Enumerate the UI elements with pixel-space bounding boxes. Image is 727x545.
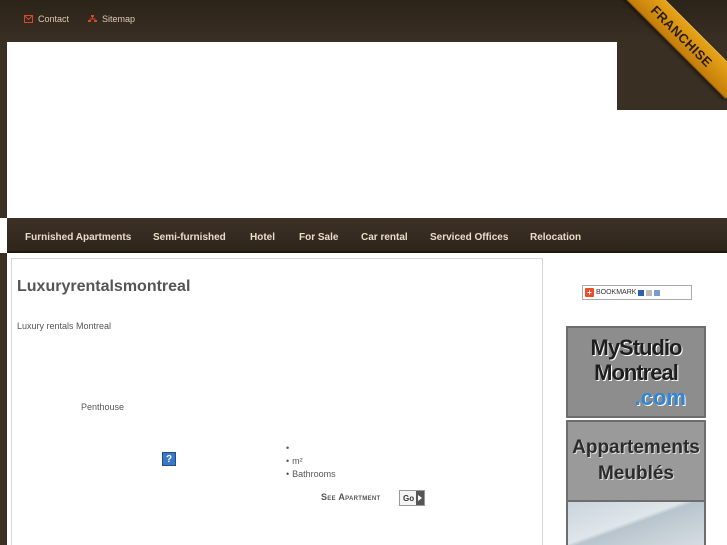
ad-line: .com xyxy=(634,384,686,410)
go-button[interactable]: Go xyxy=(399,490,425,506)
digg-icon xyxy=(646,289,653,296)
header-left-edge xyxy=(0,42,7,218)
stumble-icon xyxy=(654,289,661,296)
see-apartment-link[interactable]: See Apartment xyxy=(321,492,380,502)
envelope-icon xyxy=(24,15,33,23)
property-type-link[interactable]: Penthouse xyxy=(81,402,124,412)
property-specs-list: m² Bathrooms xyxy=(286,442,336,481)
question-icon[interactable]: ? xyxy=(162,452,176,466)
nav-item-semi-furnished[interactable]: Semi-furnished xyxy=(153,232,226,243)
nav-item-for-sale[interactable]: For Sale xyxy=(299,232,338,243)
contact-link[interactable]: Contact xyxy=(24,13,69,25)
mystudio-montreal-ad[interactable]: MyStudio Montreal .com xyxy=(566,326,706,418)
franchise-ribbon[interactable]: FRANCHISE xyxy=(617,0,727,110)
main-content: Luxuryrentalsmontreal Luxury rentals Mon… xyxy=(11,258,543,545)
go-button-label: Go xyxy=(403,493,415,503)
sitemap-link[interactable]: Sitemap xyxy=(88,13,135,25)
bookmark-label: BOOKMARK xyxy=(596,289,637,296)
sitemap-icon xyxy=(88,15,97,22)
ad-line: Meublés xyxy=(597,463,675,484)
ad-line: Montreal xyxy=(594,359,679,385)
nav-item-relocation[interactable]: Relocation xyxy=(530,232,581,243)
main-nav: Furnished Apartments Semi-furnished Hote… xyxy=(7,218,727,253)
page-subtitle: Luxury rentals Montreal xyxy=(17,321,112,331)
appartements-meubles-ad[interactable]: Appartements Meublés xyxy=(566,420,706,502)
nav-item-hotel[interactable]: Hotel xyxy=(250,232,275,243)
ad-line: MyStudio xyxy=(590,334,683,360)
page-left-edge xyxy=(0,253,7,545)
spec-item xyxy=(286,442,336,455)
nav-item-serviced-offices[interactable]: Serviced Offices xyxy=(430,232,508,243)
sitemap-label: Sitemap xyxy=(102,14,136,24)
ad-line: Appartements xyxy=(572,437,700,458)
sidebar-photo-ad[interactable] xyxy=(566,502,706,545)
spec-item: Bathrooms xyxy=(286,468,336,481)
contact-label: Contact xyxy=(38,14,70,24)
franchise-ribbon-label: FRANCHISE xyxy=(619,0,727,99)
spec-item: m² xyxy=(286,455,336,468)
nav-item-car-rental[interactable]: Car rental xyxy=(361,232,408,243)
arrow-right-icon xyxy=(416,491,424,505)
nav-item-furnished-apartments[interactable]: Furnished Apartments xyxy=(25,232,131,243)
page-title: Luxuryrentalsmontreal xyxy=(17,278,191,295)
plus-icon: + xyxy=(585,288,594,297)
delicious-icon xyxy=(638,289,645,296)
bookmark-button[interactable]: + BOOKMARK xyxy=(582,285,692,300)
